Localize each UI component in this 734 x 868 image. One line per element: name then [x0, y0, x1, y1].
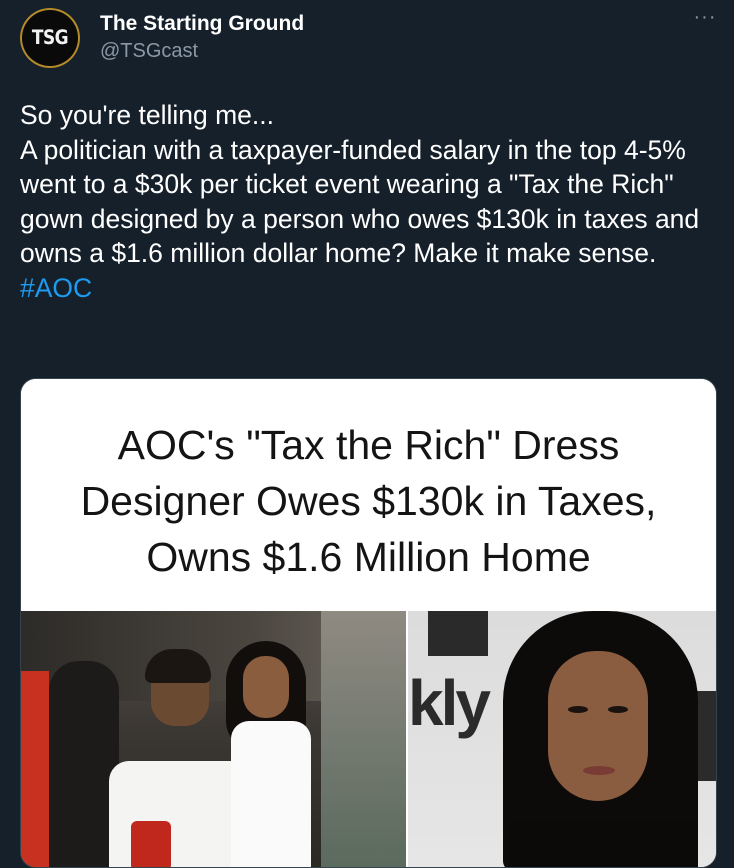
tweet-header: TSG The Starting Ground @TSGcast ··· — [20, 7, 720, 72]
headline-line-1: AOC's "Tax the Rich" Dress — [117, 422, 620, 468]
tweet-body: So you're telling me... A politician wit… — [20, 98, 720, 305]
user-handle[interactable]: @TSGcast — [100, 40, 198, 63]
media-headline: AOC's "Tax the Rich" Dress Designer Owes… — [21, 379, 716, 611]
headline-line-3: Owns $1.6 Million Home — [146, 534, 591, 580]
tweet-text: So you're telling me... A politician wit… — [20, 100, 700, 268]
designer-portrait: kly — [408, 611, 716, 867]
display-name[interactable]: The Starting Ground — [100, 12, 304, 36]
headline-line-2: Designer Owes $130k in Taxes, — [80, 478, 657, 524]
event-photo — [21, 611, 406, 867]
avatar-logo-text: TSG — [31, 26, 69, 50]
tweet-media-image[interactable]: AOC's "Tax the Rich" Dress Designer Owes… — [20, 378, 717, 868]
hashtag-link[interactable]: #AOC — [20, 273, 92, 303]
avatar[interactable]: TSG — [20, 8, 80, 68]
more-options-icon[interactable]: ··· — [690, 7, 720, 32]
